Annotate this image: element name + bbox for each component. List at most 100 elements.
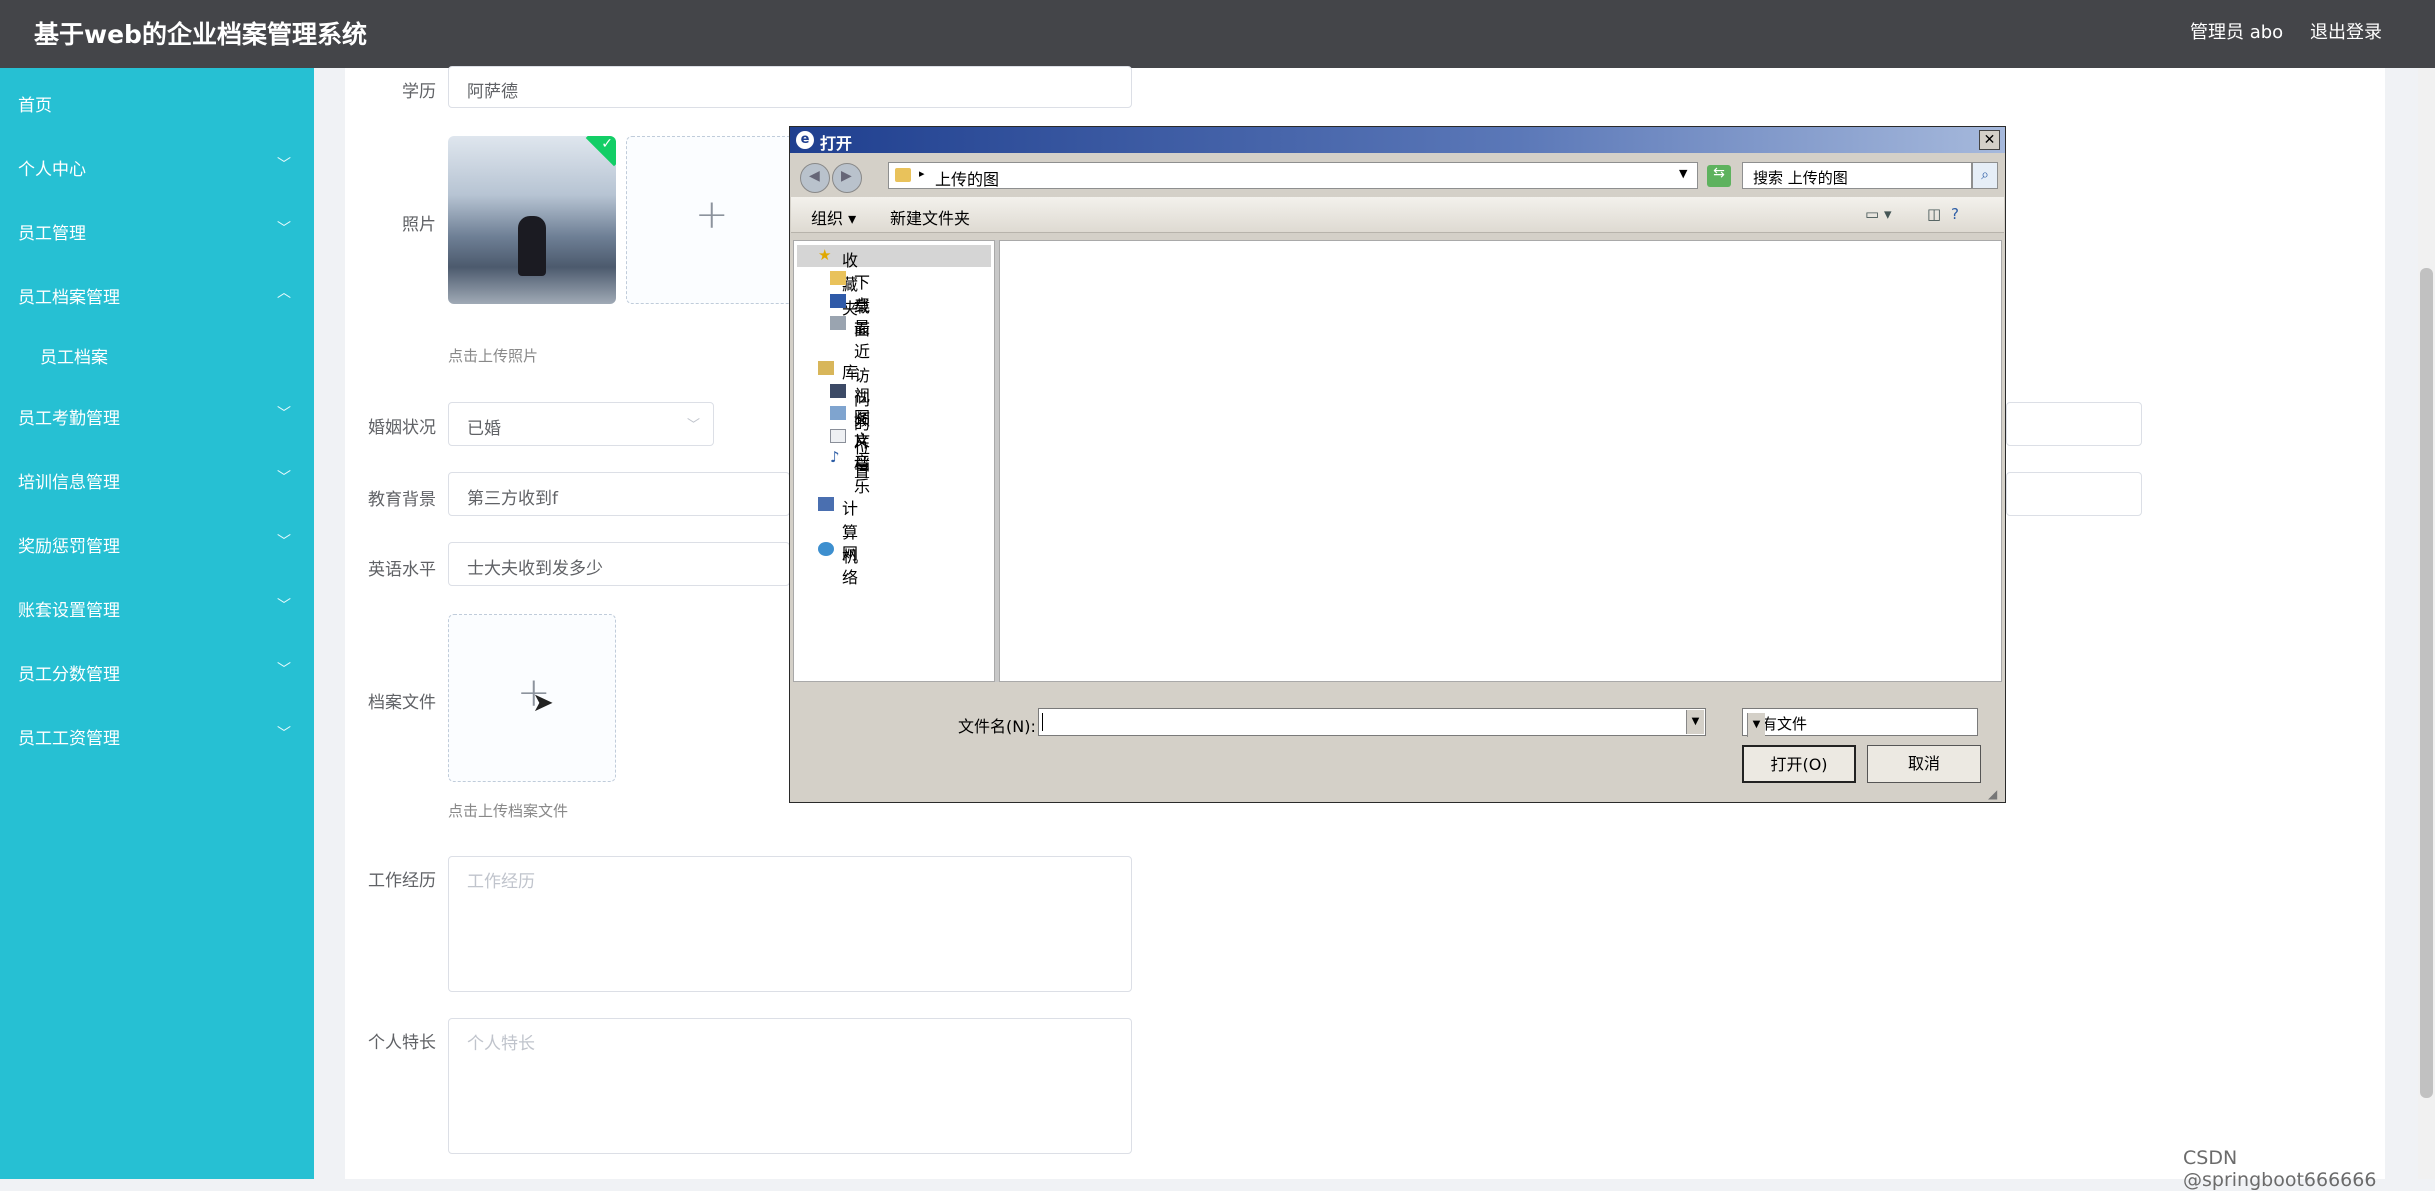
sidebar-item-attendance[interactable]: 员工考勤管理 ﹀: [0, 389, 314, 441]
chevron-down-icon[interactable]: ▼: [1686, 710, 1704, 734]
video-icon: [830, 384, 846, 398]
sidebar-item-personal-center[interactable]: 个人中心 ﹀: [0, 140, 314, 192]
sidebar-item-label: 员工工资管理: [18, 729, 120, 749]
scrollbar-thumb[interactable]: [2420, 268, 2433, 1098]
skills-placeholder: 个人特长: [467, 1034, 535, 1054]
network-icon: [818, 542, 834, 556]
refresh-icon[interactable]: ⇆: [1707, 165, 1731, 187]
sidebar-item-account-settings[interactable]: 账套设置管理 ﹀: [0, 581, 314, 633]
photo-subject: [518, 216, 546, 276]
chevron-right-icon: ▸: [919, 167, 925, 180]
photo-upload-box[interactable]: +: [626, 136, 794, 304]
skills-label: 个人特长: [368, 1033, 436, 1053]
english-input[interactable]: 士大夫收到发多少: [448, 542, 790, 586]
photo-upload-hint: 点击上传照片: [448, 347, 539, 365]
skills-textarea[interactable]: 个人特长: [448, 1018, 1132, 1154]
open-file-dialog: e 打开 ✕ ◀ ▶ ▸ 上传的图 ▼ ⇆ 搜索 上传的图 ⌕ 组织 ▾ 新建文…: [789, 126, 2006, 803]
marital-value: 已婚: [467, 419, 501, 439]
current-user: 管理员 abo: [2190, 22, 2284, 43]
education-input[interactable]: 阿萨德: [448, 66, 1132, 108]
forward-button[interactable]: ▶: [832, 163, 862, 193]
work-experience-placeholder: 工作经历: [467, 872, 535, 892]
dialog-toolbar: 组织 ▾ 新建文件夹 ▭ ▾ ◫ ?: [791, 197, 2004, 233]
chevron-up-icon: ︿: [277, 285, 291, 301]
sidebar-item-salary[interactable]: 员工工资管理 ﹀: [0, 709, 314, 761]
app-icon: e: [796, 131, 814, 149]
open-button[interactable]: 打开(O): [1742, 745, 1856, 783]
uploaded-photo-thumbnail[interactable]: ✓: [448, 136, 616, 304]
right-field-2[interactable]: [2006, 472, 2142, 516]
view-options-icon[interactable]: ▭ ▾: [1865, 205, 1891, 223]
chevron-down-icon: ﹀: [277, 221, 291, 237]
sidebar-item-scores[interactable]: 员工分数管理 ﹀: [0, 645, 314, 697]
dialog-title-bar[interactable]: e 打开: [790, 127, 2005, 153]
page-scrollbar[interactable]: [2418, 68, 2435, 1179]
filename-input[interactable]: ▼: [1038, 708, 1706, 736]
sidebar-item-archive-management[interactable]: 员工档案管理 ︿: [0, 268, 314, 320]
organize-menu[interactable]: 组织 ▾: [811, 205, 856, 229]
archive-file-label: 档案文件: [368, 693, 436, 713]
filename-label: 文件名(N):: [958, 717, 1036, 736]
right-field-1[interactable]: [2006, 402, 2142, 446]
sidebar-item-label: 个人中心: [18, 160, 86, 180]
work-experience-textarea[interactable]: 工作经历: [448, 856, 1132, 992]
computer-icon: [818, 497, 834, 511]
document-icon: [830, 429, 846, 443]
sidebar: 首页 个人中心 ﹀ 员工管理 ﹀ 员工档案管理 ︿ 员工档案 员工考勤管理 ﹀ …: [0, 68, 314, 1179]
sidebar-item-label: 奖励惩罚管理: [18, 537, 120, 557]
address-bar[interactable]: ▸ 上传的图 ▼: [888, 162, 1698, 189]
sidebar-item-home[interactable]: 首页: [0, 76, 314, 128]
chevron-down-icon: ﹀: [277, 406, 291, 422]
cancel-button[interactable]: 取消: [1867, 745, 1981, 783]
sidebar-item-label: 员工管理: [18, 224, 86, 244]
close-button[interactable]: ✕: [1979, 130, 2000, 150]
search-input[interactable]: 搜索 上传的图: [1742, 162, 1972, 189]
chevron-down-icon[interactable]: ▼: [1747, 713, 1765, 737]
help-icon[interactable]: ?: [1951, 205, 1959, 223]
folder-icon: [895, 168, 911, 182]
sidebar-item-label: 培训信息管理: [18, 473, 120, 493]
filetype-select[interactable]: 所有文件 ▼: [1742, 708, 1978, 737]
edu-background-input[interactable]: 第三方收到f: [448, 472, 790, 516]
new-folder-button[interactable]: 新建文件夹: [890, 205, 970, 229]
sidebar-item-label: 员工分数管理: [18, 665, 120, 685]
chevron-down-icon: ﹀: [277, 157, 291, 173]
resize-grip-icon[interactable]: ◢: [1988, 787, 1997, 801]
english-value: 士大夫收到发多少: [467, 559, 603, 579]
star-icon: ★: [818, 246, 832, 264]
mouse-cursor-icon: ➤: [532, 688, 554, 718]
sidebar-item-employee-management[interactable]: 员工管理 ﹀: [0, 204, 314, 256]
marital-select[interactable]: 已婚 ﹀: [448, 402, 714, 446]
archive-upload-hint: 点击上传档案文件: [448, 802, 569, 820]
file-list-pane[interactable]: [999, 240, 2002, 682]
sidebar-item-label: 员工档案管理: [18, 288, 120, 308]
chevron-down-icon[interactable]: ▼: [1679, 167, 1687, 180]
english-label: 英语水平: [368, 560, 436, 580]
marital-label: 婚姻状况: [368, 418, 436, 438]
search-icon[interactable]: ⌕: [1972, 162, 1998, 189]
address-path: 上传的图: [935, 170, 1000, 189]
plus-icon: +: [695, 192, 729, 238]
edu-background-value: 第三方收到f: [467, 489, 558, 509]
logout-link[interactable]: 退出登录: [2310, 18, 2382, 44]
sidebar-item-training[interactable]: 培训信息管理 ﹀: [0, 453, 314, 505]
preview-pane-icon[interactable]: ◫: [1927, 205, 1941, 223]
chevron-down-icon: ﹀: [277, 534, 291, 550]
sidebar-item-label: 首页: [18, 96, 52, 116]
education-label: 学历: [402, 82, 436, 102]
chevron-down-icon: ﹀: [277, 726, 291, 742]
back-button[interactable]: ◀: [800, 163, 830, 193]
navigation-pane: ★ 收藏夹 下载 桌面 最近访问的位置 库 视频 图片 文档 ♪ 音乐 计算机 …: [793, 240, 995, 682]
watermark: CSDN @springboot666666: [2183, 1147, 2377, 1191]
sidebar-item-label: 员工考勤管理: [18, 409, 120, 429]
dialog-title: 打开: [820, 134, 853, 153]
education-value: 阿萨德: [467, 82, 518, 102]
app-title: 基于web的企业档案管理系统: [34, 20, 367, 49]
check-icon: ✓: [601, 136, 613, 152]
sidebar-item-rewards[interactable]: 奖励惩罚管理 ﹀: [0, 517, 314, 569]
sidebar-item-employee-archive[interactable]: 员工档案: [0, 328, 314, 380]
music-icon: ♪: [830, 448, 840, 466]
arrow-left-icon: ◀: [809, 168, 820, 184]
work-experience-label: 工作经历: [368, 871, 436, 891]
chevron-down-icon: ﹀: [277, 662, 291, 678]
